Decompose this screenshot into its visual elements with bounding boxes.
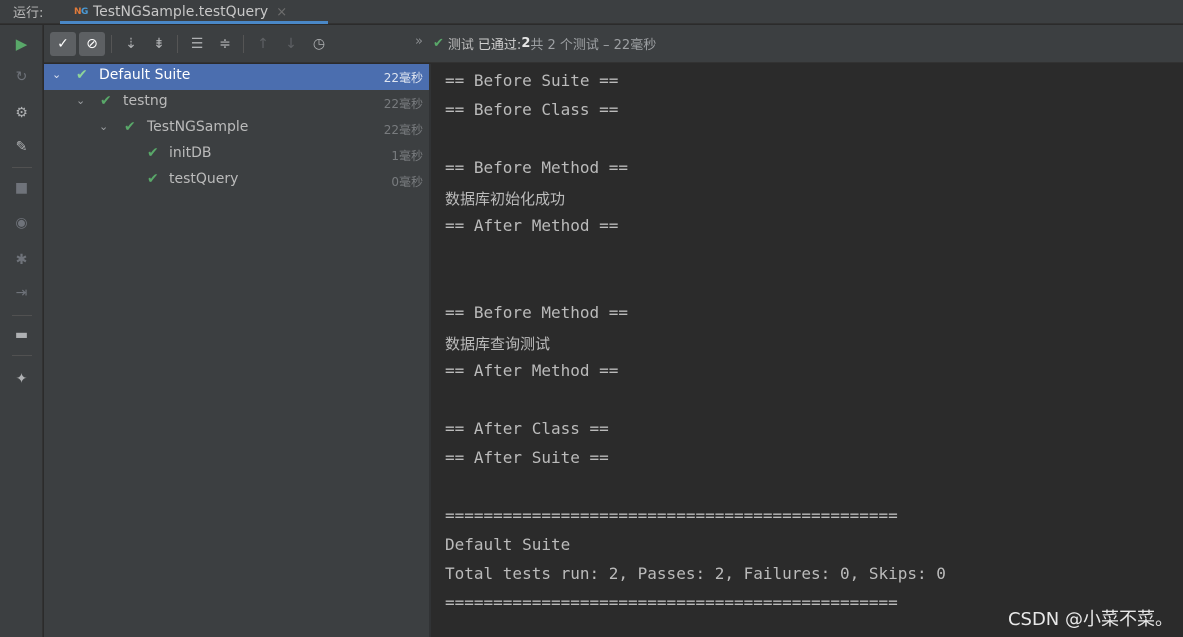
tree-item-label: testng [123, 93, 168, 109]
console-line: == Before Method == [445, 303, 629, 322]
console-line: == After Class == [445, 419, 609, 438]
console-line: ========================================… [445, 506, 898, 525]
passed-check-icon: ✔ [124, 119, 136, 135]
console-line: == After Method == [445, 216, 619, 235]
pin-icon[interactable]: ✦ [0, 367, 43, 391]
tree-item-time: 22毫秒 [383, 123, 423, 137]
tab-title: TestNGSample.testQuery [92, 4, 269, 20]
console-line: 数据库初始化成功 [445, 190, 566, 208]
tree-item-time: 1毫秒 [391, 149, 423, 163]
tree-item-label: testQuery [169, 171, 239, 187]
screenshot-icon[interactable]: ◉ [0, 211, 43, 235]
debug-icon[interactable]: ⚙ [0, 101, 43, 125]
expand-all-icon[interactable]: ☰ [184, 32, 210, 56]
history-icon[interactable]: ◷ [306, 32, 332, 56]
console-line: == After Method == [445, 361, 619, 380]
tree-item-label: Default Suite [99, 67, 191, 83]
layout-icon[interactable]: ▬ [0, 323, 43, 347]
testng-icon: NG [74, 7, 88, 17]
exit-icon[interactable]: ⇥ [0, 281, 43, 305]
tree-item-testquery[interactable]: ✔ testQuery 0毫秒 [44, 168, 429, 194]
console-output[interactable]: == Before Suite == == Before Class == ==… [431, 64, 1183, 637]
more-chevron-icon[interactable]: » [415, 34, 423, 49]
console-line: Total tests run: 2, Passes: 2, Failures:… [445, 564, 946, 583]
test-toolbar: ✓ ⊘ ⇣ ⇟ ☰ ≑ ↑ ↓ ◷ » ✔ 测试 已通过: 2 共 2 个测试 … [44, 25, 1183, 63]
status-passed-label: 已通过: [477, 38, 522, 53]
tree-item-initdb[interactable]: ✔ initDB 1毫秒 [44, 142, 429, 168]
run-label: 运行: [13, 6, 44, 21]
next-icon[interactable]: ↓ [278, 32, 304, 56]
toolbar-separator [12, 355, 32, 356]
console-line: == Before Suite == [445, 71, 619, 90]
active-tab-indicator [60, 21, 328, 24]
test-tree: ⌄ ✔ Default Suite 22毫秒 ⌄ ✔ testng 22毫秒 ⌄… [44, 64, 429, 637]
bug-icon[interactable]: ✱ [0, 248, 43, 272]
chevron-down-icon[interactable]: ⌄ [52, 68, 61, 81]
console-line: == Before Class == [445, 100, 619, 119]
passed-check-icon: ✔ [433, 36, 444, 51]
previous-icon[interactable]: ↑ [250, 32, 276, 56]
tree-item-testng[interactable]: ⌄ ✔ testng 22毫秒 [44, 90, 429, 116]
toolbar-separator [12, 315, 32, 316]
status-total: 共 2 个测试 – 22毫秒 [530, 38, 657, 53]
tree-item-time: 0毫秒 [391, 175, 423, 189]
watermark: CSDN @小菜不菜。 [1007, 609, 1173, 630]
settings-icon[interactable]: ✎ [0, 135, 43, 159]
rerun-failed-icon[interactable]: ↻ [0, 65, 43, 89]
tree-item-default-suite[interactable]: ⌄ ✔ Default Suite 22毫秒 [44, 64, 429, 90]
tree-item-testngsample[interactable]: ⌄ ✔ TestNGSample 22毫秒 [44, 116, 429, 142]
console-line: ========================================… [445, 593, 898, 612]
show-ignored-icon[interactable]: ⊘ [79, 32, 105, 56]
passed-check-icon: ✔ [147, 145, 159, 161]
chevron-down-icon[interactable]: ⌄ [76, 94, 85, 107]
run-tab-bar: 运行: NG TestNGSample.testQuery × [0, 0, 1183, 24]
run-icon[interactable]: ▶ [0, 32, 43, 56]
console-line: == After Suite == [445, 448, 609, 467]
console-line: == Before Method == [445, 158, 629, 177]
passed-check-icon: ✔ [76, 67, 88, 83]
sort-alpha-icon[interactable]: ⇣ [118, 32, 144, 56]
stop-icon[interactable]: ■ [0, 176, 43, 200]
status-passed-count: 2 [521, 36, 531, 51]
show-passed-icon[interactable]: ✓ [50, 32, 76, 56]
test-status: ✔ 测试 已通过: 2 共 2 个测试 – 22毫秒 [433, 34, 656, 53]
close-icon[interactable]: × [276, 5, 287, 20]
toolbar-separator [111, 35, 112, 53]
tree-item-label: initDB [169, 145, 212, 161]
chevron-down-icon[interactable]: ⌄ [99, 120, 108, 133]
console-line: Default Suite [445, 535, 571, 554]
tree-item-time: 22毫秒 [383, 97, 423, 111]
toolbar-separator [177, 35, 178, 53]
status-prefix: 测试 [447, 38, 474, 53]
passed-check-icon: ✔ [147, 171, 159, 187]
passed-check-icon: ✔ [100, 93, 112, 109]
tree-item-label: TestNGSample [147, 119, 249, 135]
toolbar-separator [12, 167, 32, 168]
left-toolbar: ▶ ↻ ⚙ ✎ ■ ◉ ✱ ⇥ ▬ ✦ [0, 25, 43, 637]
collapse-all-icon[interactable]: ≑ [212, 32, 238, 56]
tree-item-time: 22毫秒 [383, 71, 423, 85]
sort-duration-icon[interactable]: ⇟ [146, 32, 172, 56]
console-line: 数据库查询测试 [445, 335, 551, 353]
toolbar-separator [243, 35, 244, 53]
